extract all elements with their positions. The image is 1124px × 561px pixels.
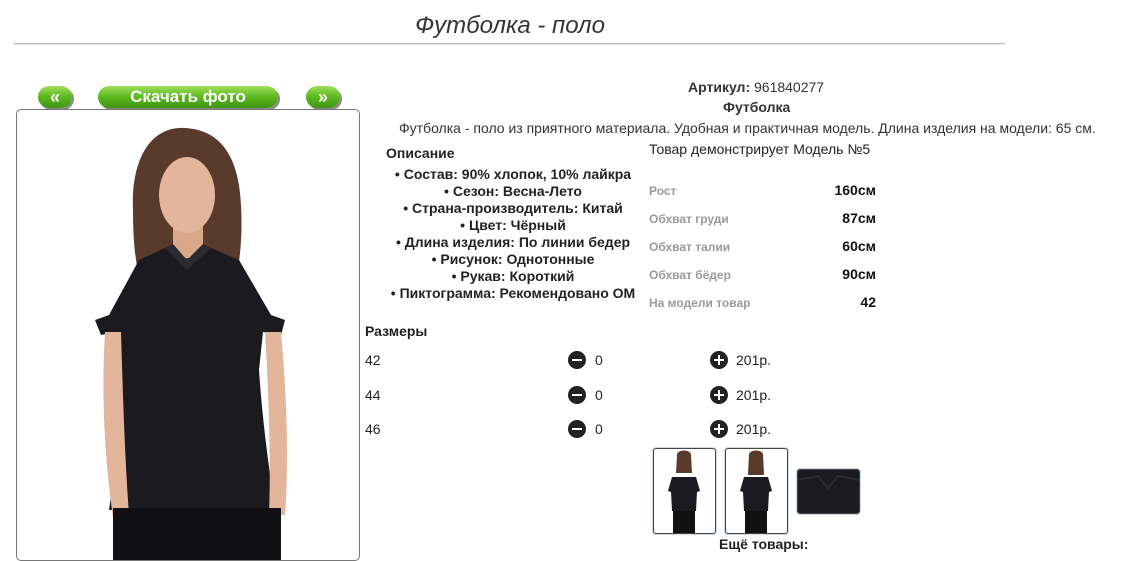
minus-circle-icon[interactable] [568,386,586,404]
model-note: Товар демонстрирует Модель №5 [649,141,871,157]
size-row: 44 0 201р. [365,383,785,407]
plus-circle-icon[interactable] [710,351,728,369]
measurement-label: Обхват бёдер [649,268,731,282]
prev-photo-button[interactable]: « [38,86,72,108]
thumbnail-front-image [668,450,700,533]
spec-item: Рисунок: Однотонные [376,251,650,268]
spec-item: Страна-производитель: Китай [376,200,650,217]
article-value: 961840277 [754,79,825,95]
quantity-value: 0 [595,421,603,437]
size-label: 46 [365,421,381,437]
measurement-value: 90см [842,266,876,282]
measurement-row: Рост 160см [649,182,876,202]
size-price: 201р. [736,352,772,368]
measurement-label: Обхват груди [649,212,729,226]
minus-circle-icon[interactable] [568,351,586,369]
minus-circle-icon[interactable] [568,420,586,438]
thumbnail-front[interactable] [653,448,716,534]
size-price: 201р. [736,421,772,437]
measurement-row: Обхват груди 87см [649,210,876,230]
thumbnail-back[interactable] [725,448,788,534]
article-line: Артикул: 961840277 [688,79,824,95]
thumbnail-detail[interactable] [797,469,860,514]
thumbnail-back-image [740,450,772,533]
article-label: Артикул: [688,79,751,95]
spec-item: Сезон: Весна-Лето [376,183,650,200]
download-photo-button[interactable]: Скачать фото [98,86,278,108]
spec-item: Пиктограмма: Рекомендовано ОМ [376,285,650,302]
spec-item: Состав: 90% хлопок, 10% лайкра [376,166,650,183]
product-description: Футболка - поло из приятного материала. … [399,120,1096,136]
plus-circle-icon[interactable] [710,420,728,438]
measurement-value: 42 [860,294,876,310]
measurement-row: На модели товар 42 [649,294,876,314]
measurement-label: На модели товар [649,296,751,310]
spec-item: Рукав: Короткий [376,268,650,285]
measurement-row: Обхват бёдер 90см [649,266,876,286]
measurement-label: Рост [649,184,677,198]
page-title: Футболка - поло [415,12,605,39]
main-product-photo[interactable] [16,109,360,561]
specs-list: Состав: 90% хлопок, 10% лайкра Сезон: Ве… [376,166,650,302]
size-row: 46 0 201р. [365,417,785,441]
model-photo-image [35,110,341,560]
more-goods-title: Ещё товары: [719,536,809,552]
sizes-title: Размеры [365,323,428,339]
measurement-value: 60см [842,238,876,254]
quantity-value: 0 [595,387,603,403]
title-divider [14,43,1005,45]
size-row: 42 0 201р. [365,348,785,372]
measurement-value: 160см [834,182,876,198]
product-name: Футболка [723,99,791,115]
measurement-value: 87см [842,210,876,226]
quantity-value: 0 [595,352,603,368]
size-label: 42 [365,352,381,368]
plus-circle-icon[interactable] [710,386,728,404]
size-price: 201р. [736,387,772,403]
spec-item: Цвет: Чёрный [376,217,650,234]
measurement-label: Обхват талии [649,240,731,254]
spec-item: Длина изделия: По линии бедер [376,234,650,251]
next-photo-button[interactable]: » [306,86,340,108]
description-title: Описание [386,145,455,161]
size-label: 44 [365,387,381,403]
thumbnail-detail-image [798,470,859,513]
measurement-row: Обхват талии 60см [649,238,876,258]
